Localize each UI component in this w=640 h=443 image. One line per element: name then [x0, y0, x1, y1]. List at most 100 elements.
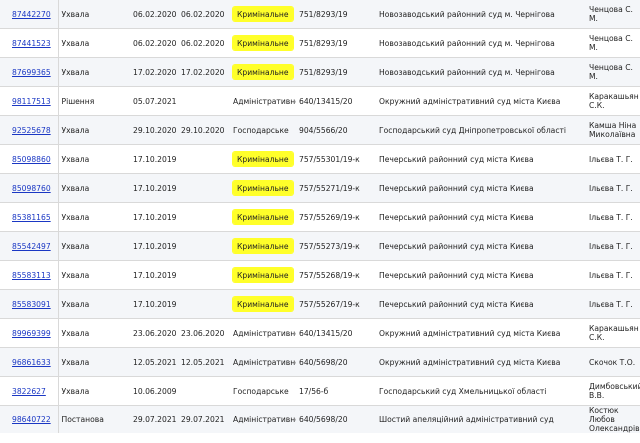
- law-date-cell: 06.02.2020: [178, 0, 230, 29]
- registration-date-cell: 17.10.2019: [130, 144, 178, 174]
- judge-cell: Ільєва Т. Г.: [586, 289, 640, 319]
- table-row: 85381165 Ухвала 17.10.2019 Кримінальне 7…: [0, 202, 640, 232]
- registration-date-cell: 17.10.2019: [130, 231, 178, 261]
- table-row: 87699365 Ухвала 17.02.2020 17.02.2020 Кр…: [0, 57, 640, 87]
- proceeding-form-label: Кримінальне: [233, 180, 293, 195]
- judge-cell: Ільєва Т. Г.: [586, 173, 640, 203]
- decision-id-cell: 87699365: [0, 57, 59, 87]
- decision-id-cell: 85542497: [0, 231, 59, 261]
- table-row: 85542497 Ухвала 17.10.2019 Кримінальне 7…: [0, 231, 640, 261]
- decision-id-cell: 85583113: [0, 260, 59, 290]
- proceeding-form-cell: Адміністративне: [230, 318, 296, 348]
- decision-id-cell: 92525678: [0, 115, 59, 145]
- court-name-cell: Господарський суд Дніпропетровської обла…: [376, 115, 586, 145]
- judge-cell: Ільєва Т. Г.: [586, 260, 640, 290]
- decision-link[interactable]: 3822627: [12, 387, 46, 396]
- registration-date-cell: 23.06.2020: [130, 318, 178, 348]
- proceeding-form-cell: Кримінальне: [230, 260, 296, 290]
- court-name-cell: Господарський суд Хмельницької області: [376, 376, 586, 406]
- proceeding-form-cell: Кримінальне: [230, 0, 296, 29]
- decision-id-cell: 89969399: [0, 318, 59, 348]
- judge-cell: Ченцова С. М.: [586, 57, 640, 87]
- court-name-cell: Новозаводський районний суд м. Чернігова: [376, 28, 586, 58]
- registration-date-cell: 17.02.2020: [130, 57, 178, 87]
- decision-id-cell: 3822627: [0, 376, 59, 406]
- judge-cell: Ільєва Т. Г.: [586, 202, 640, 232]
- proceeding-form-cell: Господарське: [230, 115, 296, 145]
- decision-link[interactable]: 87442270: [12, 10, 51, 19]
- judge-cell: Каракашьян С.К.: [586, 86, 640, 116]
- decision-link[interactable]: 85098760: [12, 184, 51, 193]
- table-row: 87441523 Ухвала 06.02.2020 06.02.2020 Кр…: [0, 28, 640, 58]
- case-number-cell: 904/5566/20: [296, 115, 376, 145]
- case-number-cell: 757/55301/19-к: [296, 144, 376, 174]
- law-date-cell: [178, 86, 230, 116]
- case-number-cell: 640/5698/20: [296, 405, 376, 433]
- proceeding-form-label: Адміністративне: [233, 96, 296, 106]
- table-row: 87442270 Ухвала 06.02.2020 06.02.2020 Кр…: [0, 0, 640, 29]
- law-date-cell: 17.02.2020: [178, 57, 230, 87]
- table-row: 96861633 Ухвала 12.05.2021 12.05.2021 Ад…: [0, 347, 640, 377]
- decision-type-cell: Ухвала: [58, 202, 130, 232]
- decision-link[interactable]: 87441523: [12, 39, 51, 48]
- decision-type-cell: Ухвала: [58, 173, 130, 203]
- decision-id-cell: 87442270: [0, 0, 59, 29]
- proceeding-form-label: Господарське: [233, 125, 289, 135]
- law-date-cell: [178, 231, 230, 261]
- court-name-cell: Новозаводський районний суд м. Чернігова: [376, 0, 586, 29]
- proceeding-form-cell: Господарське: [230, 376, 296, 406]
- registration-date-cell: 17.10.2019: [130, 202, 178, 232]
- decision-link[interactable]: 85542497: [12, 242, 51, 251]
- decision-type-cell: Ухвала: [58, 289, 130, 319]
- decision-type-cell: Ухвала: [58, 115, 130, 145]
- decision-link[interactable]: 96861633: [12, 358, 51, 367]
- decision-link[interactable]: 92525678: [12, 126, 51, 135]
- decision-type-cell: Рішення: [58, 86, 130, 116]
- registration-date-cell: 05.07.2021: [130, 86, 178, 116]
- decision-type-cell: Ухвала: [58, 318, 130, 348]
- law-date-cell: [178, 289, 230, 319]
- table-row: 85098860 Ухвала 17.10.2019 Кримінальне 7…: [0, 144, 640, 174]
- proceeding-form-cell: Кримінальне: [230, 144, 296, 174]
- decision-link[interactable]: 89969399: [12, 329, 51, 338]
- proceeding-form-label: Господарське: [233, 386, 289, 396]
- registration-date-cell: 17.10.2019: [130, 173, 178, 203]
- registration-date-cell: 29.07.2021: [130, 405, 178, 433]
- court-name-cell: Печерський районний суд міста Києва: [376, 202, 586, 232]
- decision-link[interactable]: 85098860: [12, 155, 51, 164]
- proceeding-form-label: Кримінальне: [233, 151, 293, 166]
- decision-id-cell: 85381165: [0, 202, 59, 232]
- registration-date-cell: 10.06.2009: [130, 376, 178, 406]
- case-number-cell: 640/13415/20: [296, 86, 376, 116]
- court-name-cell: Окружний адміністративний суд міста Києв…: [376, 86, 586, 116]
- decision-type-cell: Ухвала: [58, 347, 130, 377]
- decision-link[interactable]: 98117513: [12, 97, 51, 106]
- court-name-cell: Новозаводський районний суд м. Чернігова: [376, 57, 586, 87]
- registration-date-cell: 12.05.2021: [130, 347, 178, 377]
- proceeding-form-cell: Кримінальне: [230, 173, 296, 203]
- court-name-cell: Печерський районний суд міста Києва: [376, 173, 586, 203]
- judge-cell: Ченцова С. М.: [586, 28, 640, 58]
- table-row: 98117513 Рішення 05.07.2021 Адміністрати…: [0, 86, 640, 116]
- case-number-cell: 751/8293/19: [296, 57, 376, 87]
- case-number-cell: 757/55273/19-к: [296, 231, 376, 261]
- proceeding-form-label: Кримінальне: [233, 209, 293, 224]
- registration-date-cell: 06.02.2020: [130, 0, 178, 29]
- proceeding-form-label: Кримінальне: [233, 238, 293, 253]
- decision-link[interactable]: 85381165: [12, 213, 51, 222]
- decision-type-cell: Постанова: [58, 405, 130, 433]
- decision-link[interactable]: 85583113: [12, 271, 51, 280]
- law-date-cell: 29.07.2021: [178, 405, 230, 433]
- law-date-cell: [178, 144, 230, 174]
- proceeding-form-label: Адміністративне: [233, 415, 296, 424]
- case-number-cell: 757/55269/19-к: [296, 202, 376, 232]
- decision-link[interactable]: 85583091: [12, 300, 51, 309]
- proceeding-form-label: Кримінальне: [233, 296, 293, 311]
- case-number-cell: 640/13415/20: [296, 318, 376, 348]
- decision-link[interactable]: 98640722: [12, 415, 51, 424]
- law-date-cell: 29.10.2020: [178, 115, 230, 145]
- proceeding-form-cell: Кримінальне: [230, 231, 296, 261]
- case-number-cell: 751/8293/19: [296, 0, 376, 29]
- decision-link[interactable]: 87699365: [12, 68, 51, 77]
- decision-type-cell: Ухвала: [58, 28, 130, 58]
